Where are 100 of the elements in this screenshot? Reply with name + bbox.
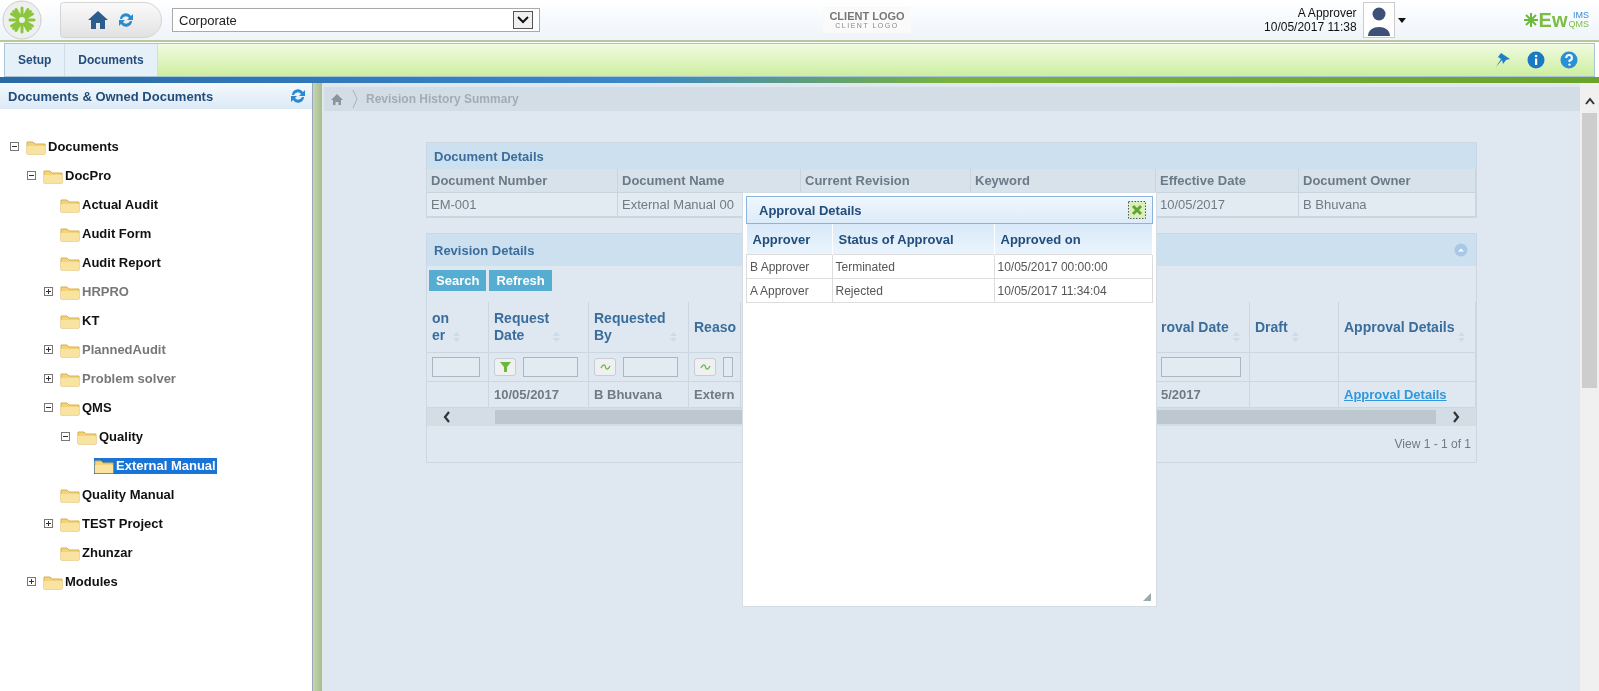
tree-item[interactable]: Modules xyxy=(43,573,119,590)
collapse-icon[interactable] xyxy=(44,403,53,412)
column-header: Approval Details xyxy=(1344,318,1455,336)
close-icon[interactable] xyxy=(1128,201,1146,219)
folder-icon xyxy=(94,457,114,474)
tree-item[interactable]: Quality Manual xyxy=(60,486,176,503)
tree-item[interactable]: TEST Project xyxy=(60,515,164,532)
table-cell: 10/05/2017 00:00:00 xyxy=(994,254,1153,279)
column-header: Keyword xyxy=(971,169,1156,193)
tree-item[interactable]: DocPro xyxy=(43,167,113,184)
collapse-icon[interactable] xyxy=(61,432,70,441)
column-header: Draft xyxy=(1255,318,1288,336)
filter-field[interactable] xyxy=(432,357,480,377)
table-cell: 5/2017 xyxy=(1161,387,1201,402)
tree-item[interactable]: Audit Report xyxy=(60,254,162,271)
collapse-icon[interactable] xyxy=(27,171,36,180)
tree-item[interactable]: Actual Audit xyxy=(60,196,160,213)
folder-icon xyxy=(60,225,80,242)
panel-title: Documents & Owned Documents xyxy=(8,88,214,104)
tree-item[interactable]: Audit Form xyxy=(60,225,153,242)
table-cell: EM-001 xyxy=(427,193,618,217)
column-header: roval Date xyxy=(1161,318,1229,336)
logo-title: CLIENT LOGO xyxy=(829,10,905,22)
filter-field[interactable] xyxy=(723,357,733,377)
panel-title: Document Details xyxy=(434,148,544,164)
tree-item[interactable]: KT xyxy=(60,312,101,329)
vertical-scrollbar[interactable] xyxy=(1580,83,1599,691)
folder-icon xyxy=(60,254,80,271)
column-header: Request Date xyxy=(494,310,550,344)
table-cell: Rejected xyxy=(832,278,994,303)
table-cell: A Approver xyxy=(746,278,832,303)
tilde-icon xyxy=(699,364,711,370)
scroll-right-icon[interactable] xyxy=(1452,411,1460,423)
table-cell: 10/05/2017 xyxy=(494,387,560,402)
filter-button[interactable] xyxy=(694,358,716,376)
filter-field[interactable] xyxy=(523,357,578,377)
column-header: Document Number xyxy=(427,169,618,193)
folder-icon xyxy=(60,312,80,329)
expand-icon[interactable] xyxy=(44,519,53,528)
tree-item[interactable]: Documents xyxy=(26,138,120,155)
caret-icon[interactable] xyxy=(1397,17,1406,23)
user-name: A Approver xyxy=(1297,6,1357,20)
folder-icon xyxy=(60,544,80,561)
pager-text: View 1 - 1 of 1 xyxy=(1394,437,1471,451)
table-cell: B Bhuvana xyxy=(1299,193,1476,217)
column-header: Reaso xyxy=(694,318,737,336)
table-cell: Terminated xyxy=(832,254,994,279)
brand-subscript: QMS xyxy=(1568,20,1589,29)
folder-icon xyxy=(60,399,80,416)
tree-item[interactable]: Zhunzar xyxy=(60,544,134,561)
app-logo[interactable] xyxy=(2,0,42,40)
tree-item[interactable]: External Manual xyxy=(94,457,217,474)
column-header: Current Revision xyxy=(801,169,971,193)
column-header: Document Owner xyxy=(1299,169,1476,193)
tree-item[interactable]: Quality xyxy=(77,428,145,445)
table-cell: B Bhuvana xyxy=(594,387,662,402)
login-datetime: 10/05/2017 11:38 xyxy=(1264,20,1357,34)
scroll-left-icon[interactable] xyxy=(443,411,451,423)
table-cell: Extern xyxy=(694,387,735,402)
panel-title: Revision Details xyxy=(434,242,535,258)
filter-field[interactable] xyxy=(623,357,678,377)
folder-icon xyxy=(60,515,80,532)
column-header: Approver xyxy=(746,224,832,255)
avatar-icon[interactable] xyxy=(1362,2,1395,38)
info-icon[interactable] xyxy=(1527,51,1545,69)
column-header: Approved on xyxy=(994,224,1153,255)
location-select[interactable]: Corporate xyxy=(172,8,540,32)
folder-icon xyxy=(60,196,80,213)
filter-button[interactable] xyxy=(594,358,616,376)
home-icon[interactable] xyxy=(87,9,109,31)
menu-tab[interactable]: Setup xyxy=(5,44,66,76)
folder-icon xyxy=(60,283,80,300)
folder-icon xyxy=(43,167,63,184)
scroll-up-icon[interactable] xyxy=(1584,97,1595,105)
table-cell: 10/05/2017 11:34:04 xyxy=(994,278,1153,303)
brand-name: Ew xyxy=(1538,8,1568,32)
folder-icon xyxy=(60,370,80,387)
collapse-icon[interactable] xyxy=(10,142,19,151)
funnel-icon xyxy=(499,362,511,372)
tilde-icon xyxy=(599,364,611,370)
table-cell: 10/05/2017 xyxy=(1156,193,1299,217)
refresh-icon[interactable] xyxy=(289,87,307,105)
filter-button[interactable] xyxy=(494,358,516,376)
brand-star-icon xyxy=(1523,13,1538,27)
menu-tab[interactable]: Documents xyxy=(65,44,158,76)
help-icon[interactable] xyxy=(1560,51,1578,69)
column-header: on er xyxy=(432,310,450,344)
column-header: Effective Date xyxy=(1156,169,1299,193)
column-header: Requested By xyxy=(594,310,666,344)
folder-icon xyxy=(60,341,80,358)
expand-icon[interactable] xyxy=(27,577,36,586)
dropdown-icon xyxy=(513,11,533,29)
folder-icon xyxy=(60,486,80,503)
chevron-icon xyxy=(352,89,358,109)
resize-grip-icon[interactable] xyxy=(1143,593,1151,601)
refresh-icon[interactable] xyxy=(117,11,135,29)
filter-field[interactable] xyxy=(1161,357,1241,377)
column-header: Document Name xyxy=(618,169,801,193)
tree-item[interactable]: QMS xyxy=(60,399,113,416)
folder-icon xyxy=(43,573,63,590)
